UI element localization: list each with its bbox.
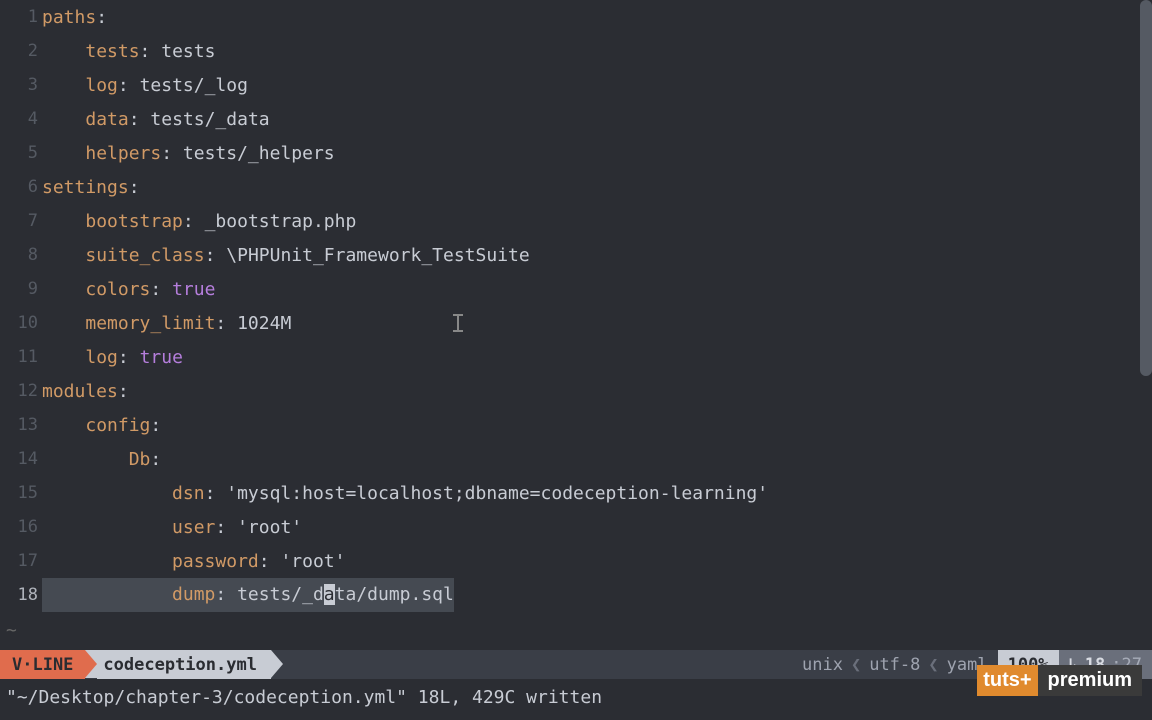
code-line[interactable]: 5 helpers: tests/_helpers bbox=[0, 136, 1152, 170]
editor-root: 1paths:2 tests: tests3 log: tests/_log4 … bbox=[0, 0, 1152, 720]
line-number-gutter: 10 bbox=[0, 313, 42, 333]
line-number-gutter: 12 bbox=[0, 381, 42, 401]
line-number-gutter: 16 bbox=[0, 517, 42, 537]
code-content[interactable]: memory_limit: 1024M bbox=[42, 313, 291, 334]
code-area[interactable]: 1paths:2 tests: tests3 log: tests/_log4 … bbox=[0, 0, 1152, 720]
chevron-left-icon: ❮ bbox=[851, 655, 861, 675]
code-content[interactable]: log: true bbox=[42, 347, 183, 368]
code-content[interactable]: tests: tests bbox=[42, 41, 215, 62]
line-number-gutter: 7 bbox=[0, 211, 42, 231]
mode-segment: V·LINE bbox=[0, 650, 85, 679]
line-number-gutter: 5 bbox=[0, 143, 42, 163]
line-number-gutter: 6 bbox=[0, 177, 42, 197]
cursor-block: a bbox=[324, 584, 335, 605]
code-line[interactable]: 18 dump: tests/_data/dump.sql bbox=[0, 578, 1152, 612]
mode-arrow bbox=[85, 650, 97, 678]
line-number-gutter: 15 bbox=[0, 483, 42, 503]
code-content[interactable]: Db: bbox=[42, 449, 161, 470]
code-content[interactable]: suite_class: \PHPUnit_Framework_TestSuit… bbox=[42, 245, 530, 266]
code-content[interactable]: user: 'root' bbox=[42, 517, 302, 538]
code-line[interactable]: 9 colors: true bbox=[0, 272, 1152, 306]
code-line[interactable]: 2 tests: tests bbox=[0, 34, 1152, 68]
code-content[interactable]: helpers: tests/_helpers bbox=[42, 143, 335, 164]
scrollbar[interactable] bbox=[1140, 0, 1152, 376]
watermark-logo: tuts+ premium bbox=[977, 665, 1142, 696]
code-content[interactable]: dump: tests/_data/dump.sql bbox=[42, 578, 454, 612]
code-line[interactable]: 4 data: tests/_data bbox=[0, 102, 1152, 136]
line-number-gutter: 4 bbox=[0, 109, 42, 129]
line-number-gutter: 14 bbox=[0, 449, 42, 469]
code-line[interactable]: 8 suite_class: \PHPUnit_Framework_TestSu… bbox=[0, 238, 1152, 272]
code-content[interactable]: config: bbox=[42, 415, 161, 436]
code-content[interactable]: dsn: 'mysql:host=localhost;dbname=codece… bbox=[42, 483, 768, 504]
watermark-right: premium bbox=[1038, 665, 1142, 696]
code-line[interactable]: 11 log: true bbox=[0, 340, 1152, 374]
code-content[interactable]: log: tests/_log bbox=[42, 75, 248, 96]
line-number-gutter: 1 bbox=[0, 7, 42, 27]
code-content[interactable]: password: 'root' bbox=[42, 551, 345, 572]
encoding: utf-8 bbox=[869, 655, 920, 675]
code-line[interactable]: 10 memory_limit: 1024M bbox=[0, 306, 1152, 340]
end-of-buffer-tilde: ~ bbox=[6, 620, 17, 641]
line-number-gutter: 11 bbox=[0, 347, 42, 367]
code-line[interactable]: 3 log: tests/_log bbox=[0, 68, 1152, 102]
line-number-gutter: 13 bbox=[0, 415, 42, 435]
code-content[interactable]: bootstrap: _bootstrap.php bbox=[42, 211, 356, 232]
line-number-gutter: 9 bbox=[0, 279, 42, 299]
line-number-gutter: 17 bbox=[0, 551, 42, 571]
code-line[interactable]: 17 password: 'root' bbox=[0, 544, 1152, 578]
code-content[interactable]: data: tests/_data bbox=[42, 109, 270, 130]
code-line[interactable]: 15 dsn: 'mysql:host=localhost;dbname=cod… bbox=[0, 476, 1152, 510]
code-content[interactable]: paths: bbox=[42, 7, 107, 28]
code-line[interactable]: 7 bootstrap: _bootstrap.php bbox=[0, 204, 1152, 238]
code-line[interactable]: 16 user: 'root' bbox=[0, 510, 1152, 544]
line-number-gutter: 18 bbox=[0, 585, 42, 605]
filename-arrow bbox=[271, 650, 283, 678]
code-line[interactable]: 12modules: bbox=[0, 374, 1152, 408]
line-number-gutter: 3 bbox=[0, 75, 42, 95]
code-content[interactable]: modules: bbox=[42, 381, 129, 402]
fileinfo-segment: unix ❮ utf-8 ❮ yaml bbox=[792, 650, 998, 679]
watermark-left: tuts+ bbox=[977, 665, 1037, 696]
fileformat: unix bbox=[802, 655, 843, 675]
line-number-gutter: 2 bbox=[0, 41, 42, 61]
code-content[interactable]: colors: true bbox=[42, 279, 215, 300]
chevron-left-icon: ❮ bbox=[928, 655, 938, 675]
code-line[interactable]: 1paths: bbox=[0, 0, 1152, 34]
code-line[interactable]: 14 Db: bbox=[0, 442, 1152, 476]
code-line[interactable]: 6settings: bbox=[0, 170, 1152, 204]
code-line[interactable]: 13 config: bbox=[0, 408, 1152, 442]
line-number-gutter: 8 bbox=[0, 245, 42, 265]
code-content[interactable]: settings: bbox=[42, 177, 140, 198]
filename-segment: codeception.yml bbox=[97, 650, 271, 679]
